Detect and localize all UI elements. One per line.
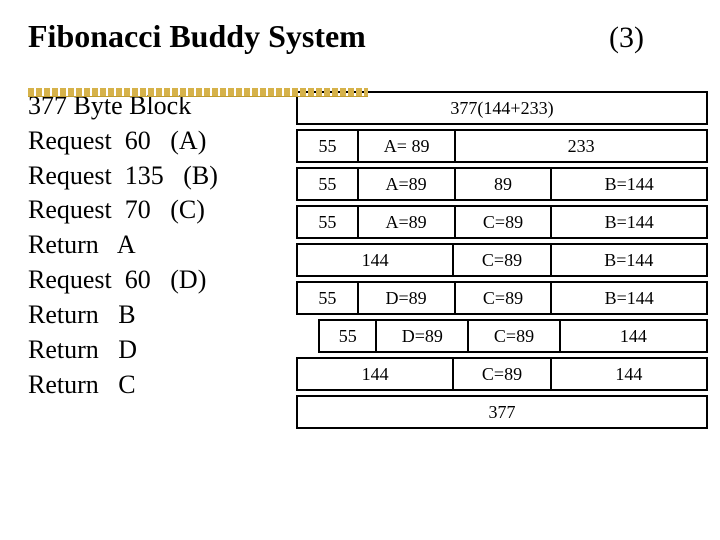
memory-block: C=89 — [454, 359, 551, 389]
memory-state-row: 55A= 89233 — [296, 129, 708, 163]
slide-number: (3) — [609, 21, 644, 55]
memory-block: 233 — [456, 131, 706, 161]
memory-state-row: 55A=8989B=144 — [296, 167, 708, 201]
operation-line: Return C — [28, 368, 286, 403]
memory-state-row: 55A=89C=89B=144 — [296, 205, 708, 239]
memory-block: 55 — [298, 131, 359, 161]
memory-block: D=89 — [359, 283, 456, 313]
operations-list: 377 Byte BlockRequest 60 (A)Request 135 … — [28, 89, 286, 433]
memory-block: A=89 — [359, 169, 456, 199]
memory-block: 55 — [320, 321, 377, 351]
memory-block: A= 89 — [359, 131, 456, 161]
operation-line: Request 60 (A) — [28, 124, 286, 159]
memory-block: B=144 — [552, 245, 706, 275]
memory-block: D=89 — [377, 321, 469, 351]
memory-block: 377(144+233) — [298, 93, 706, 123]
memory-block: B=144 — [552, 207, 706, 237]
memory-block: 55 — [298, 169, 359, 199]
memory-block: 144 — [298, 245, 454, 275]
title-underline — [28, 88, 368, 97]
memory-state-row: 144C=89B=144 — [296, 243, 708, 277]
slide-title: Fibonacci Buddy System — [28, 18, 366, 55]
memory-block: 55 — [298, 283, 359, 313]
operation-line: Request 135 (B) — [28, 159, 286, 194]
memory-block: 144 — [561, 321, 706, 351]
memory-block: B=144 — [552, 169, 706, 199]
memory-state-row: 55D=89C=89144 — [318, 319, 708, 353]
memory-diagram: 377(144+233)55A= 8923355A=8989B=14455A=8… — [296, 89, 708, 433]
memory-block: 144 — [298, 359, 454, 389]
memory-block: C=89 — [456, 207, 553, 237]
operation-line: Return B — [28, 298, 286, 333]
operation-line: Return A — [28, 228, 286, 263]
memory-block: B=144 — [552, 283, 706, 313]
operation-line: Request 70 (C) — [28, 193, 286, 228]
memory-state-row: 377 — [296, 395, 708, 429]
memory-block: 144 — [552, 359, 706, 389]
memory-block: A=89 — [359, 207, 456, 237]
memory-block: C=89 — [469, 321, 561, 351]
memory-state-row: 55D=89C=89B=144 — [296, 281, 708, 315]
memory-block: 55 — [298, 207, 359, 237]
memory-block: C=89 — [454, 245, 551, 275]
memory-block: C=89 — [456, 283, 553, 313]
memory-block: 89 — [456, 169, 553, 199]
memory-block: 377 — [298, 397, 706, 427]
operation-line: Request 60 (D) — [28, 263, 286, 298]
memory-state-row: 144C=89144 — [296, 357, 708, 391]
operation-line: Return D — [28, 333, 286, 368]
